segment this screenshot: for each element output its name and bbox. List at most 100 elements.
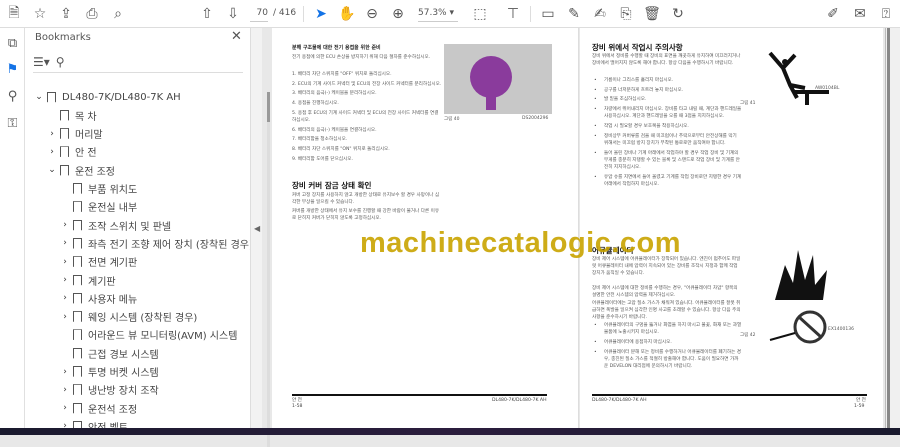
hand-tool-icon[interactable]: ✋ bbox=[337, 4, 357, 24]
paragraph: 전기 용접에 의한 ECU 손상을 방지하기 위해 다음 절차를 준수하십시오. bbox=[292, 55, 431, 60]
list-item-text: 기름이나 그리스를 흘리지 마십시오. bbox=[604, 78, 674, 83]
bookmark-item[interactable]: 어라운드 뷰 모니터링(AVM) 시스템 bbox=[59, 326, 237, 344]
comment-icon[interactable]: ▭ bbox=[538, 4, 558, 24]
bookmarks-scrollbar[interactable] bbox=[267, 92, 270, 447]
upload-cloud-icon[interactable]: ⇪ bbox=[56, 4, 76, 24]
bullet-list: • 기름이나 그리스를 흘리지 마십시오. • 공구를 너저분하게 흐트러 놓지 마십… bbox=[592, 77, 742, 191]
chevron-right-icon[interactable]: › bbox=[59, 238, 71, 248]
page-fit-icon[interactable]: ⬚ bbox=[470, 4, 490, 24]
zoom-search-icon[interactable]: ⌕ bbox=[108, 4, 128, 24]
bookmark-item[interactable]: › 조작 스위치 및 판넬 bbox=[59, 216, 171, 234]
chevron-right-icon[interactable]: › bbox=[59, 275, 71, 285]
scroll-mode-icon[interactable]: ⊤ bbox=[503, 4, 523, 24]
save-icon[interactable]: 🗎 bbox=[4, 4, 24, 24]
bookmark-item[interactable]: 목 차 bbox=[46, 106, 97, 124]
list-item-text: 유압 슈를 지면에서 들어 올렸고 기계를 작업 장비로만 지탱한 경우 기계 … bbox=[604, 174, 742, 187]
bookmark-item[interactable]: ⌄ DL480-7K/DL480-7K AH bbox=[33, 88, 181, 106]
chevron-right-icon[interactable]: › bbox=[59, 367, 71, 377]
bookmark-label: DL480-7K/DL480-7K AH bbox=[62, 91, 181, 103]
list-item: 1. 배터리 차단 스위치를 "OFF" 위치로 돌리십시오. bbox=[292, 71, 442, 78]
bookmark-item[interactable]: › 운전석 조정 bbox=[59, 399, 137, 417]
bookmark-item[interactable]: ⌄ 운전 조정 bbox=[46, 161, 115, 179]
email-icon[interactable]: ✉ bbox=[850, 4, 870, 24]
bookmark-label: 운전석 조정 bbox=[88, 404, 138, 416]
list-item-text: 들어 올린 장비나 기계 아래에서 작업하야 할 경우 작업 장비 및 기계의 … bbox=[604, 150, 740, 171]
list-item: 6. 배터리의 음극(-) 케이블을 연결하십시오. bbox=[292, 127, 442, 134]
bookmark-label: 안 전 bbox=[75, 148, 97, 160]
chevron-right-icon[interactable]: › bbox=[59, 220, 71, 230]
bookmark-item[interactable]: 근접 경보 시스템 bbox=[59, 344, 159, 362]
search-user-icon[interactable]: ⍰ bbox=[876, 4, 896, 24]
bookmark-label: 어라운드 뷰 모니터링(AVM) 시스템 bbox=[88, 331, 238, 343]
list-item: • 어큐뮬레이터에 용접하지 마십시오. bbox=[592, 339, 742, 346]
rotate-icon[interactable]: ↻ bbox=[668, 4, 688, 24]
zoom-out-icon[interactable]: ⊖ bbox=[362, 4, 382, 24]
steps-list: 1. 배터리 차단 스위치를 "OFF" 위치로 돌리십시오. 2. ECU의 기… bbox=[292, 71, 442, 166]
bookmark-item[interactable]: › 머리말 bbox=[46, 125, 103, 143]
page-total: / 416 bbox=[273, 8, 297, 18]
list-item: 9. 배터리함 도어를 닫으십시오. bbox=[292, 156, 442, 163]
paragraph: 커버 고정 장치를 사용하지 않고 개방한 상태로 유지보수 할 경우 사망이나… bbox=[292, 193, 440, 206]
bookmark-star-icon[interactable]: ☆ bbox=[30, 4, 50, 24]
list-item: 3. 배터리의 음극(-) 케이블을 분리하십시오. bbox=[292, 90, 442, 97]
bookmark-item[interactable]: › 냉난방 장치 조작 bbox=[59, 381, 159, 399]
chevron-down-icon: ▾ bbox=[449, 8, 454, 18]
section-heading: 장비 커버 잠금 상태 확인 bbox=[292, 181, 372, 190]
security-lock-icon[interactable]: ⚿ bbox=[4, 116, 21, 133]
search-bookmark-icon[interactable]: ⚲ bbox=[56, 55, 65, 69]
zoom-in-icon[interactable]: ⊕ bbox=[388, 4, 408, 24]
print-icon[interactable]: ⎙ bbox=[82, 4, 102, 24]
bookmark-item[interactable]: › 계기판 bbox=[59, 271, 116, 289]
figure-label: 그림 42 bbox=[740, 333, 756, 338]
bookmark-item[interactable]: › 웨잉 시스템 (장착된 경우) bbox=[59, 308, 197, 326]
bookmark-icon bbox=[73, 329, 82, 341]
bookmark-item[interactable]: › 안 전 bbox=[46, 143, 97, 161]
bookmark-icon bbox=[73, 292, 82, 304]
attachment-icon[interactable]: ⚲ bbox=[4, 89, 21, 106]
bookmark-item[interactable]: › 전면 계기판 bbox=[59, 253, 137, 271]
previous-page-icon[interactable]: ⇧ bbox=[197, 4, 217, 24]
bookmark-item[interactable]: › 사용자 메뉴 bbox=[59, 289, 137, 307]
figure-code: DS2004296 bbox=[522, 116, 549, 121]
collapse-panel-icon[interactable]: ◀ bbox=[254, 224, 260, 233]
bookmark-label: 사용자 메뉴 bbox=[88, 294, 138, 306]
stamp-icon[interactable]: ⎘ bbox=[616, 4, 636, 24]
delete-icon[interactable]: 🗑 bbox=[642, 4, 662, 24]
bookmark-item[interactable]: 운전실 내부 bbox=[59, 198, 137, 216]
close-icon[interactable]: ✕ bbox=[231, 29, 242, 44]
select-cursor-icon[interactable]: ➤ bbox=[311, 4, 331, 24]
chevron-down-icon[interactable]: ⌄ bbox=[46, 165, 58, 175]
explosion-warning-figure bbox=[769, 250, 827, 344]
page-thumbnails-icon[interactable]: ⧉ bbox=[4, 36, 21, 53]
separator bbox=[530, 6, 531, 22]
bookmark-item[interactable]: 부품 위치도 bbox=[59, 180, 137, 198]
main-toolbar: 🗎 ☆ ⇪ ⎙ ⌕ ⇧ ⇩ 70 / 416 ➤ ✋ ⊖ ⊕ 57.3% ▾ ⬚… bbox=[0, 0, 900, 28]
bookmark-item[interactable]: › 투명 버켓 시스템 bbox=[59, 363, 159, 381]
footer-model: DL480-7K/DL480-7K AH bbox=[492, 398, 547, 403]
bookmark-label: 머리말 bbox=[75, 130, 103, 142]
panel-divider[interactable]: ◀ bbox=[250, 28, 262, 428]
chevron-right-icon[interactable]: › bbox=[59, 257, 71, 267]
fill-sign-icon[interactable]: ✐ bbox=[823, 4, 843, 24]
bookmarks-icon[interactable]: ⚑ bbox=[4, 62, 21, 79]
chevron-down-icon[interactable]: ⌄ bbox=[33, 92, 45, 102]
paragraph: 장비 위에서 정비를 수행할 때 장비의 표면을 깨끗하게 유지하여 미끄러지거… bbox=[592, 54, 741, 67]
list-item: 5. 용접 후 ECU의 기계 사이드 커넥터 및 ECU의 전장 사이드 커넥… bbox=[292, 110, 442, 124]
document-scrollbar[interactable] bbox=[885, 28, 900, 428]
bookmark-item[interactable]: › 좌측 전기 조향 제어 장치 (장착된 경우) bbox=[59, 234, 253, 252]
page-number-input[interactable]: 70 bbox=[250, 5, 268, 22]
chevron-right-icon[interactable]: › bbox=[46, 129, 58, 139]
zoom-level-select[interactable]: 57.3% ▾ bbox=[418, 5, 458, 22]
figure-code: AW0104BL bbox=[815, 86, 840, 91]
chevron-right-icon[interactable]: › bbox=[59, 312, 71, 322]
options-menu-icon[interactable]: ☰▾ bbox=[33, 55, 50, 69]
chevron-right-icon[interactable]: › bbox=[59, 403, 71, 413]
next-page-icon[interactable]: ⇩ bbox=[223, 4, 243, 24]
list-item-text: 어큐뮬레이터의 구멍을 뚫거나 화염을 하지 마시고 불꽃, 화재 또는 과열 … bbox=[604, 323, 742, 336]
bookmark-label: 목 차 bbox=[75, 111, 97, 123]
highlight-pen-icon[interactable]: ✎ bbox=[564, 4, 584, 24]
draw-icon[interactable]: ✍ bbox=[590, 4, 610, 24]
chevron-right-icon[interactable]: › bbox=[59, 293, 71, 303]
chevron-right-icon[interactable]: › bbox=[46, 147, 58, 157]
chevron-right-icon[interactable]: › bbox=[59, 385, 71, 395]
